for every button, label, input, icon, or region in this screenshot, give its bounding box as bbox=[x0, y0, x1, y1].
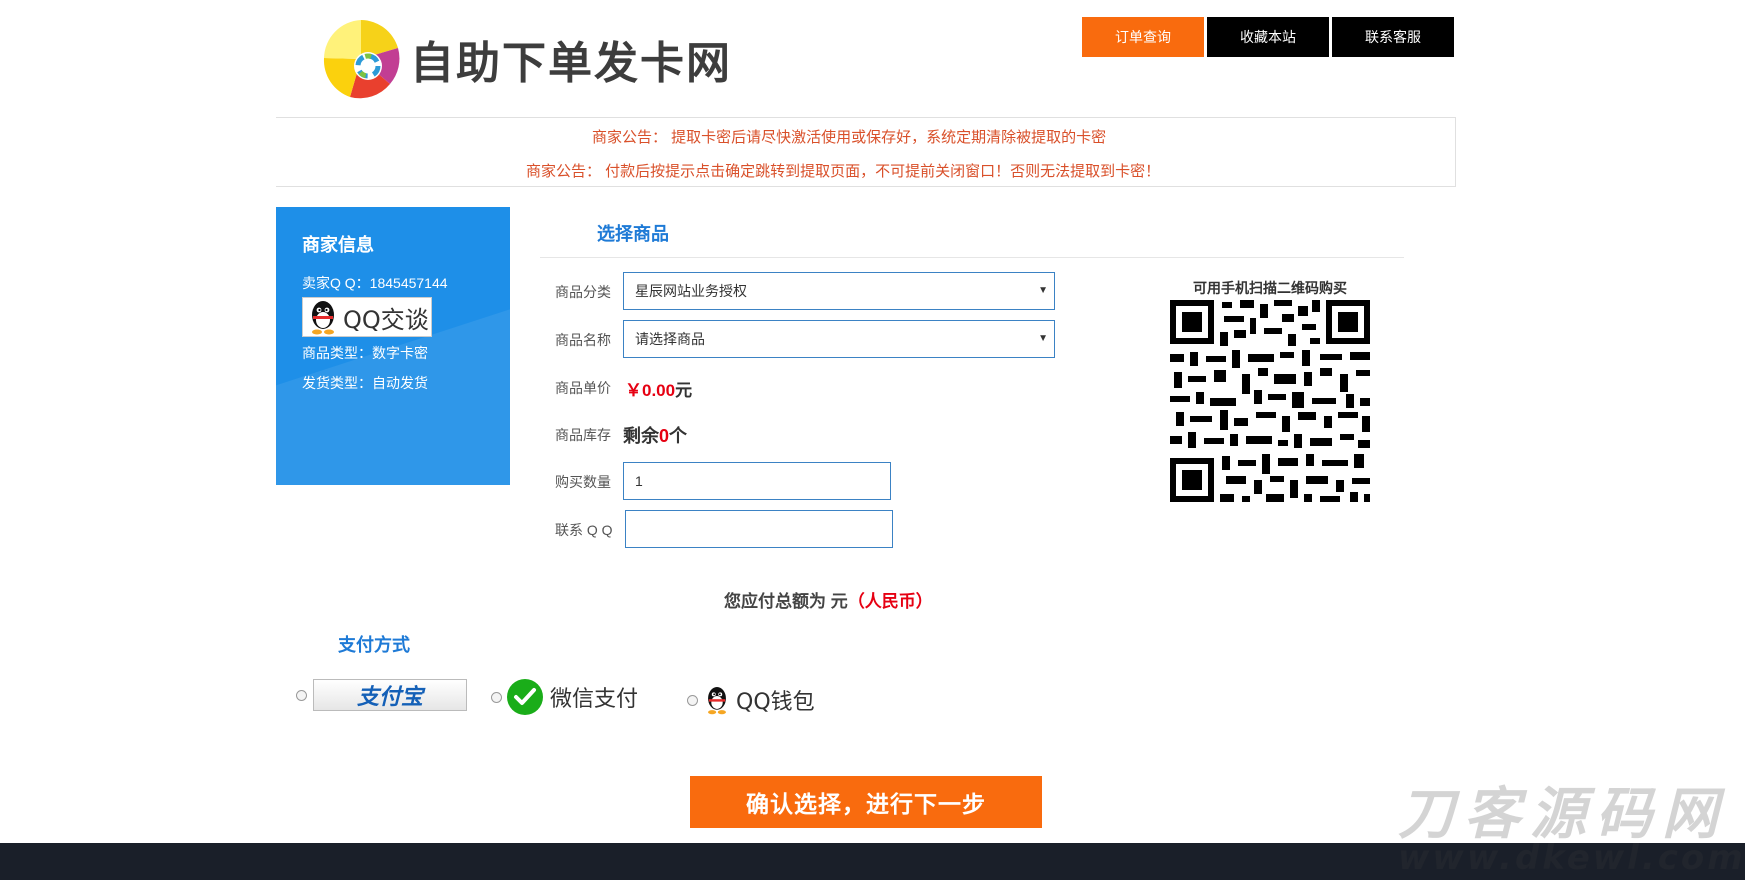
stock-prefix: 剩余 bbox=[623, 426, 659, 446]
qqwallet-label: QQ钱包 bbox=[736, 690, 815, 715]
section-divider bbox=[540, 257, 1404, 258]
product-name-select[interactable]: 请选择商品 ▼ bbox=[623, 320, 1055, 358]
price-amount: ￥0.00 bbox=[625, 381, 676, 400]
qq-chat-button[interactable]: QQ交谈 bbox=[302, 297, 432, 337]
wechat-pay-label: 微信支付 bbox=[550, 687, 639, 712]
confirm-next-button[interactable]: 确认选择，进行下一步 bbox=[690, 776, 1042, 828]
contact-support-link[interactable]: 联系客服 bbox=[1332, 17, 1454, 57]
price-label: 商品单价 bbox=[555, 380, 611, 396]
qq-penguin-icon bbox=[312, 301, 334, 335]
contact-qq-label: 联系 Q Q bbox=[555, 522, 613, 538]
category-select-value: 星辰网站业务授权 bbox=[635, 283, 747, 299]
wechat-pay-icon bbox=[507, 679, 543, 715]
select-product-heading: 选择商品 bbox=[597, 224, 669, 244]
site-title: 自助下单发卡网 bbox=[410, 38, 732, 89]
stock-label: 商品库存 bbox=[555, 427, 611, 443]
quantity-input[interactable] bbox=[623, 462, 891, 500]
payment-option-qqwallet[interactable]: QQ钱包 bbox=[687, 684, 815, 716]
stock-value: 剩余0个 bbox=[623, 422, 687, 448]
qr-code-image bbox=[1170, 300, 1372, 506]
notice-1: 商家公告： 提取卡密后请尽快激活使用或保存好，系统定期清除被提取的卡密 bbox=[592, 129, 1107, 146]
payment-option-wechat[interactable]: 微信支付 bbox=[491, 678, 638, 716]
top-nav: 订单查询 收藏本站 联系客服 bbox=[1082, 17, 1454, 57]
category-label: 商品分类 bbox=[555, 284, 611, 300]
alipay-radio[interactable] bbox=[296, 689, 307, 701]
stock-count: 0 bbox=[659, 426, 670, 446]
product-name-select-value: 请选择商品 bbox=[635, 331, 705, 347]
qq-chat-label: QQ交谈 bbox=[343, 305, 429, 334]
site-logo[interactable]: 自助下单发卡网 bbox=[320, 16, 740, 102]
merchant-qq: 卖家Q Q：1845457144 bbox=[302, 275, 448, 291]
bookmark-link[interactable]: 收藏本站 bbox=[1207, 17, 1329, 57]
price-unit: 元 bbox=[675, 381, 693, 400]
dropdown-arrow-icon: ▼ bbox=[1038, 333, 1048, 344]
merchant-panel: 商家信息 卖家Q Q：1845457144 QQ交谈 商品类型：数字卡密 发货类… bbox=[276, 207, 510, 485]
watermark: 刀客源码网 www.dkewl.com bbox=[1398, 782, 1745, 878]
quantity-label: 购买数量 bbox=[555, 474, 611, 490]
qqwallet-radio[interactable] bbox=[687, 694, 698, 706]
delivery-type: 发货类型：自动发货 bbox=[302, 375, 428, 391]
qr-caption: 可用手机扫描二维码购买 bbox=[1193, 280, 1347, 296]
watermark-title: 刀客源码网 bbox=[1398, 782, 1728, 847]
alipay-logo[interactable]: 支付宝 bbox=[313, 679, 467, 711]
category-select[interactable]: 星辰网站业务授权 ▼ bbox=[623, 272, 1055, 310]
total-prefix: 您应付总额为 元 bbox=[724, 592, 848, 611]
contact-qq-input[interactable] bbox=[625, 510, 893, 548]
order-query-link[interactable]: 订单查询 bbox=[1082, 17, 1204, 57]
notice-2: 商家公告： 付款后按提示点击确定跳转到提取页面，不可提前关闭窗口！否则无法提取到… bbox=[526, 163, 1161, 180]
watermark-url: www.dkewl.com bbox=[1398, 838, 1745, 878]
logo-icon bbox=[323, 20, 400, 99]
total-amount: 您应付总额为 元（人民币） bbox=[724, 587, 933, 612]
wechat-radio[interactable] bbox=[491, 691, 502, 703]
dropdown-arrow-icon: ▼ bbox=[1038, 285, 1048, 296]
payment-heading: 支付方式 bbox=[338, 635, 410, 655]
notice-board: 商家公告： 提取卡密后请尽快激活使用或保存好，系统定期清除被提取的卡密 商家公告… bbox=[276, 117, 1456, 187]
qq-penguin-icon bbox=[708, 687, 726, 715]
total-currency: （人民币） bbox=[847, 592, 933, 611]
merchant-title: 商家信息 bbox=[302, 235, 374, 255]
product-name-label: 商品名称 bbox=[555, 332, 611, 348]
price-value: ￥0.00元 bbox=[625, 376, 692, 401]
product-type: 商品类型：数字卡密 bbox=[302, 345, 428, 361]
payment-option-alipay[interactable]: 支付宝 bbox=[296, 679, 467, 711]
stock-suffix: 个 bbox=[669, 426, 688, 446]
